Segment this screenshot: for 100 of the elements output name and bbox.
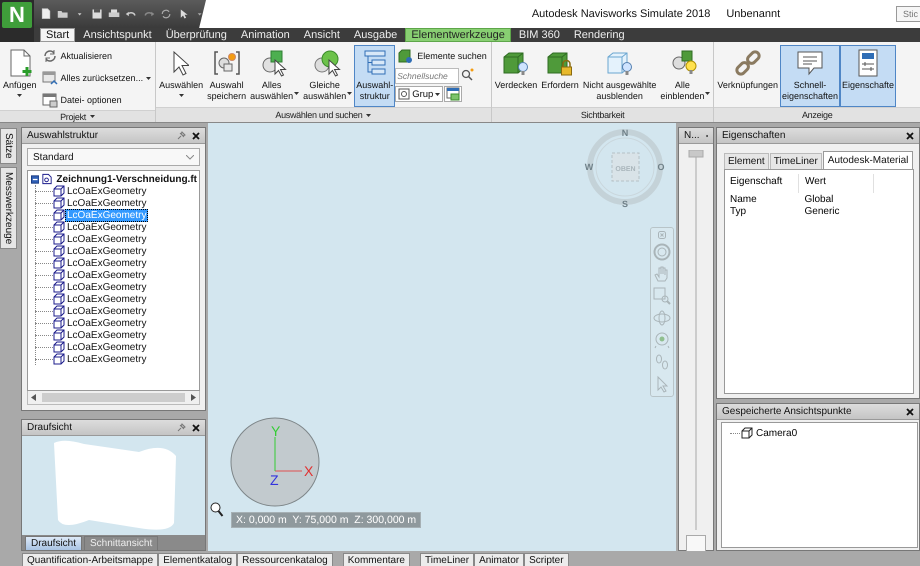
- panel-title: Draufsicht: [27, 422, 74, 433]
- ribbon-tab[interactable]: BIM 360: [512, 28, 566, 42]
- axis-label: Z: [270, 472, 279, 488]
- ribbon-button[interactable]: Auswahl speichern: [205, 45, 248, 107]
- tree-item[interactable]: LcOaExGeometry: [65, 220, 148, 234]
- ribbon-button[interactable]: Alle einblenden: [658, 45, 712, 107]
- left-arrow-icon: [31, 394, 36, 401]
- input-field[interactable]: [686, 535, 706, 552]
- slider-drawing[interactable]: [688, 150, 704, 530]
- ribbon-tab[interactable]: Start: [40, 28, 76, 42]
- bottom-tab[interactable]: TimeLiner: [420, 553, 474, 566]
- collapse-icon[interactable]: [31, 174, 40, 184]
- ribbon-tab[interactable]: Rendering: [568, 28, 631, 42]
- ribbon-panel-title[interactable]: Projekt: [60, 112, 86, 122]
- view-tab[interactable]: Draufsicht: [25, 536, 82, 550]
- tree-item[interactable]: LcOaExGeometry: [65, 256, 148, 270]
- bottom-tab[interactable]: Elementkatalog: [158, 553, 238, 566]
- tree-item[interactable]: LcOaExGeometry: [65, 292, 148, 306]
- viewpoint-item[interactable]: Camera0: [756, 428, 798, 438]
- ribbon-small-button[interactable]: Aktualisieren: [38, 46, 154, 66]
- column-header[interactable]: Eigenschaft: [730, 174, 798, 193]
- viewcube[interactable]: [612, 152, 640, 182]
- ribbon-panel-title[interactable]: Auswählen und suchen: [275, 110, 362, 120]
- close-icon[interactable]: [906, 408, 914, 416]
- properties-tab[interactable]: Autodesk-Material: [822, 151, 914, 169]
- ribbon-button[interactable]: Erfordern: [539, 45, 581, 107]
- tree-item[interactable]: LcOaExGeometry: [65, 340, 148, 354]
- side-tab[interactable]: Sätze: [0, 128, 17, 164]
- ribbon-tab[interactable]: Ausgabe: [348, 28, 404, 42]
- tree-item[interactable]: LcOaExGeometry: [65, 268, 148, 282]
- ribbon-button[interactable]: Schnell- eigenschaften: [780, 45, 840, 107]
- tree-item[interactable]: LcOaExGeometry: [65, 304, 148, 318]
- column-header[interactable]: Wert: [798, 174, 874, 193]
- tree-item[interactable]: LcOaExGeometry: [65, 232, 148, 246]
- cube-icon: [53, 293, 65, 305]
- ribbon-button[interactable]: Eigenschafte: [840, 45, 896, 107]
- cube-icon: [53, 305, 65, 317]
- cube-icon: [53, 185, 65, 197]
- ribbon-button[interactable]: Anfügen: [1, 45, 39, 107]
- ribbon-tab[interactable]: Ansicht: [298, 28, 346, 42]
- window-icon[interactable]: [446, 87, 460, 101]
- side-tab[interactable]: Messwerkzeuge: [0, 166, 17, 249]
- close-icon[interactable]: [906, 132, 914, 140]
- tree-item[interactable]: LcOaExGeometry: [65, 184, 148, 198]
- tree-item[interactable]: Zeichnung1-Verschneidung.ft: [54, 172, 199, 186]
- ribbon-button[interactable]: Nicht ausgewählte ausblenden: [580, 45, 658, 107]
- ribbon-button[interactable]: Auswahl- struktur: [354, 45, 396, 107]
- ribbon-small-button[interactable]: Elemente suchen: [395, 46, 490, 66]
- ribbon-small-button[interactable]: Alles zurücksetzen...: [38, 68, 154, 88]
- zoom-window-icon[interactable]: [653, 287, 671, 305]
- pin-icon[interactable]: [177, 423, 186, 432]
- axis-gizmo-disc[interactable]: [230, 418, 320, 506]
- steering-wheel-icon[interactable]: [653, 243, 671, 261]
- ribbon-button[interactable]: Alles auswählen: [248, 45, 302, 107]
- bottom-tab[interactable]: Animator: [474, 553, 524, 566]
- ribbon-small-button[interactable]: Datei- optionen: [38, 90, 154, 110]
- cursor-icon: [173, 48, 190, 78]
- bottom-tab[interactable]: Ressourcenkatalog: [237, 553, 333, 566]
- filter-dropdown[interactable]: Standard: [27, 148, 200, 166]
- tree-item[interactable]: LcOaExGeometry: [65, 352, 148, 366]
- quick-search-field[interactable]: Schnellsuche: [395, 68, 460, 84]
- ribbon-tab[interactable]: Elementwerkzeuge: [405, 28, 511, 42]
- close-icon[interactable]: [192, 424, 200, 432]
- properties-tab[interactable]: TimeLiner: [770, 153, 822, 169]
- ribbon-tab[interactable]: Ansichtspunkt: [77, 28, 158, 42]
- ribbon-tab[interactable]: Überprüfung: [160, 28, 233, 42]
- ribbon-panel-title: Anzeige: [802, 110, 832, 120]
- tree-item[interactable]: LcOaExGeometry: [65, 244, 148, 258]
- cube-icon: [53, 245, 65, 257]
- properties-tab[interactable]: Element: [724, 153, 769, 169]
- search-field[interactable]: Stic: [896, 6, 920, 22]
- pin-icon[interactable]: [177, 131, 186, 140]
- ribbon-tab[interactable]: Animation: [234, 28, 296, 42]
- close-icon[interactable]: [192, 132, 200, 140]
- new-file-icon[interactable]: [40, 6, 52, 22]
- orbit-icon[interactable]: [653, 309, 671, 327]
- compass-letter: N: [622, 129, 628, 138]
- group-dropdown[interactable]: Grup: [395, 86, 444, 102]
- compass-letter: W: [584, 162, 594, 172]
- group-icon: [398, 88, 410, 100]
- horizontal-scrollbar[interactable]: [27, 391, 200, 405]
- table-cell-text: Typ: [730, 205, 748, 217]
- look-icon[interactable]: [653, 331, 671, 349]
- ribbon-button[interactable]: Verdecken: [492, 45, 540, 107]
- bottom-tab[interactable]: Scripter: [524, 553, 569, 566]
- document-name: Unbenannt: [726, 8, 780, 20]
- bottom-tab[interactable]: Kommentare: [342, 553, 410, 566]
- tree-item[interactable]: LcOaExGeometry: [65, 196, 148, 210]
- tree-item[interactable]: LcOaExGeometry: [65, 280, 148, 294]
- footprints-icon[interactable]: [653, 353, 671, 371]
- ribbon-button[interactable]: Auswählen: [157, 45, 206, 107]
- tree-item[interactable]: LcOaExGeometry: [65, 316, 148, 330]
- cube-icon: [53, 209, 65, 221]
- tree-item[interactable]: LcOaExGeometry: [65, 328, 148, 342]
- search-icon[interactable]: [460, 68, 474, 82]
- ribbon-button[interactable]: Gleiche auswählen: [301, 45, 354, 107]
- cube-icon: [53, 269, 65, 281]
- panel-title: Gespeicherte Ansichtspunkte: [722, 406, 853, 417]
- ribbon-button[interactable]: Verknüpfungen: [715, 45, 780, 107]
- bottom-tab[interactable]: Quantification-Arbeitsmappe: [22, 553, 158, 566]
